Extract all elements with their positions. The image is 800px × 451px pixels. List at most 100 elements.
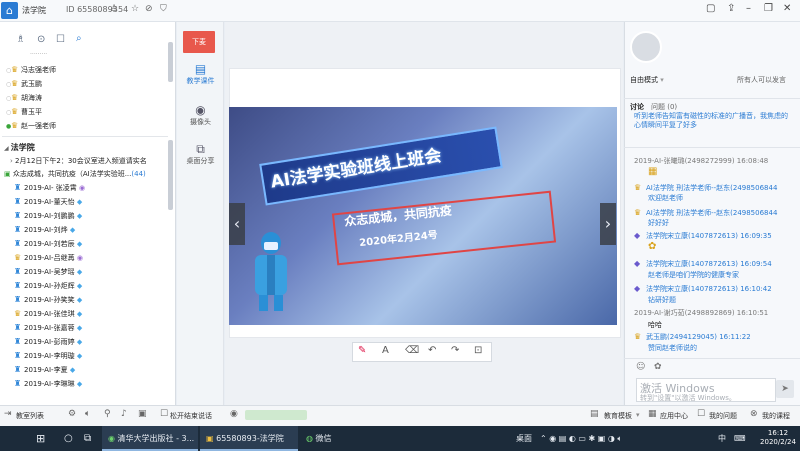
- section-title[interactable]: ◢ 法学院: [4, 142, 35, 153]
- taskbar-app-browser[interactable]: ◉ 清华大学出版社 - 3...: [102, 426, 198, 451]
- list-item[interactable]: ○♛ 胡海涛: [6, 92, 166, 104]
- tab-camera[interactable]: ◉ 摄像头: [177, 103, 224, 127]
- eraser-icon[interactable]: ⌫: [405, 345, 419, 356]
- no-audio-icon[interactable]: ⊘: [145, 4, 153, 14]
- camera-icon: ◉: [195, 103, 206, 117]
- task-view-icon[interactable]: ⧉: [84, 426, 91, 451]
- close-icon[interactable]: ✕: [783, 3, 791, 14]
- home-icon[interactable]: ⌂: [1, 2, 18, 19]
- list-item[interactable]: ♜ 2019-AI-刘烨 ◆: [14, 224, 174, 236]
- list-item[interactable]: ♜ 2019-AI-彭雨婷 ◆: [14, 336, 174, 348]
- divider: [624, 98, 800, 99]
- settings-icon[interactable]: ⚙: [68, 409, 76, 419]
- clock[interactable]: 16:12 2020/2/24: [756, 429, 800, 447]
- note-icon[interactable]: ☐: [56, 34, 65, 45]
- teacher-hat-icon: ♛: [11, 107, 19, 116]
- list-item[interactable]: ♜ 2019-AI-张嘉蓉 ◆: [14, 322, 174, 334]
- doctor-illustration: [255, 232, 287, 311]
- teacher-hat-icon: ♛: [11, 121, 19, 130]
- list-item[interactable]: ♜ 2019-AI-吴梦瑶 ◆: [14, 266, 174, 278]
- list-item[interactable]: ♜ 2019-AI- 张凌霄 ◉: [14, 182, 174, 194]
- taskbar-app-classroom[interactable]: ▣ 65580893-法学院: [200, 426, 298, 451]
- tab-courseware[interactable]: ▤ 教学课件: [177, 62, 224, 86]
- list-item[interactable]: ♜ 2019-AI-李琳琳 ◆: [14, 378, 174, 390]
- question-text: 听到老师告知富有磁性的标准的广播音，我焦虑的心情瞬间平复了好多: [634, 112, 788, 129]
- member-list-icon[interactable]: ♗: [16, 34, 25, 45]
- bread-icon: ▦: [648, 166, 658, 177]
- text-icon[interactable]: A: [382, 345, 389, 356]
- channel-notice[interactable]: › 2月12日下午2：30会议室进入频道请实名: [10, 156, 168, 166]
- next-slide-button[interactable]: ›: [600, 203, 616, 245]
- redo-icon[interactable]: ↷: [451, 345, 459, 356]
- list-item[interactable]: ♜ 2019-AI-李明璇 ◆: [14, 350, 174, 362]
- chat-message: 哈哈: [648, 321, 662, 329]
- music-icon[interactable]: ♪: [121, 409, 127, 419]
- list-item[interactable]: ♛ 2019-AI-张佳琪 ◆: [14, 308, 174, 320]
- search-icon[interactable]: ○: [64, 426, 73, 451]
- clipped-row: ·········: [30, 51, 48, 56]
- list-item[interactable]: ♜ 2019-AI-孙笑笑 ◆: [14, 294, 174, 306]
- mic-icon[interactable]: ⚲: [104, 409, 111, 419]
- app-center-icon[interactable]: ▦: [648, 409, 657, 419]
- leave-mic-button[interactable]: 下麦: [183, 31, 215, 53]
- teacher-hat-icon: ♛: [11, 65, 19, 74]
- my-courses-link[interactable]: 我的课程: [762, 411, 790, 421]
- send-button[interactable]: ➤: [776, 380, 794, 398]
- taskbar-app-wechat[interactable]: ◍ 微信: [306, 426, 332, 451]
- list-item[interactable]: ♛ 2019-AI-吕继苒 ◉: [14, 252, 174, 264]
- list-item[interactable]: ○♛ 冯志强老师: [6, 64, 166, 76]
- speaker-icon[interactable]: 🔈︎: [85, 409, 90, 419]
- classroom-list-link[interactable]: 教室列表: [16, 411, 44, 421]
- group-channel[interactable]: ▣ 众志成城，共同抗疫（AI法学实验班...(44): [4, 169, 170, 179]
- list-item[interactable]: ○♛ 曹玉平: [6, 106, 166, 118]
- scrollbar[interactable]: [168, 140, 173, 210]
- ime-indicator[interactable]: 中: [718, 426, 726, 451]
- my-questions-link[interactable]: 我的问题: [709, 411, 737, 421]
- app-center-link[interactable]: 应用中心: [660, 411, 688, 421]
- template-icon[interactable]: ▤: [590, 409, 599, 419]
- list-item[interactable]: ♜ 2019-AI-刘鹏鹏 ◆: [14, 210, 174, 222]
- list-item[interactable]: ♜ 2019-AI-刘若辰 ◆: [14, 238, 174, 250]
- tab-screen-share[interactable]: ⧉ 桌面分享: [177, 142, 224, 166]
- chat-sender: 武玉鹏(2494129045) 16:11:22: [646, 333, 751, 341]
- student-hat-icon: ♛: [14, 309, 22, 318]
- chat-sender: 法学院宋立康(1407872613) 16:10:42: [646, 285, 772, 293]
- desktop-label[interactable]: 桌面: [516, 426, 532, 451]
- lock-icon[interactable]: ⊡: [474, 345, 482, 356]
- shield-icon[interactable]: ⛉: [160, 4, 167, 14]
- pin-icon[interactable]: ⇪: [727, 3, 735, 14]
- question-icon[interactable]: ☐: [697, 409, 705, 419]
- tab-discussion[interactable]: 讨论: [630, 102, 644, 112]
- activation-subtext: 转到"设置"以激活 Windows。: [640, 394, 736, 402]
- record-icon[interactable]: ▣: [138, 409, 147, 419]
- undo-icon[interactable]: ↶: [428, 345, 436, 356]
- search-icon[interactable]: ⌕: [76, 33, 82, 44]
- list-item[interactable]: ○♛ 武玉鹏: [6, 78, 166, 90]
- minimize-icon[interactable]: –: [746, 3, 751, 14]
- pen-icon[interactable]: ✎: [358, 345, 366, 356]
- keyboard-icon[interactable]: ⌨: [734, 426, 746, 451]
- skin-icon[interactable]: ▢: [706, 3, 715, 14]
- checkbox-icon[interactable]: ☐: [160, 409, 168, 419]
- list-item[interactable]: ♜ 2019-AI-孙炬辉 ◆: [14, 280, 174, 292]
- flower-icon[interactable]: ✿: [654, 362, 662, 372]
- list-item[interactable]: ♜ 2019-AI-董天怡 ◆: [14, 196, 174, 208]
- bookmark-icon[interactable]: ☆: [131, 4, 139, 14]
- avatar[interactable]: [630, 31, 662, 63]
- location-icon[interactable]: ⊙: [37, 34, 45, 45]
- tray-icons[interactable]: ⌃ ◉ ▤ ◐ ▭ ✱ ▣ ◑ 🔈︎: [540, 426, 622, 451]
- course-icon[interactable]: ⊗: [750, 409, 758, 419]
- app-title: 法学院: [22, 6, 46, 15]
- windows-start-icon[interactable]: ⊞: [36, 426, 45, 451]
- edu-template-menu[interactable]: 教育模板: [604, 411, 632, 421]
- record-dot-icon[interactable]: ◉: [230, 409, 238, 419]
- list-item[interactable]: ●♛ 赵一强老师: [6, 120, 166, 132]
- emoji-icon[interactable]: ☺: [636, 362, 645, 372]
- mode-select[interactable]: 自由模式 ▾: [630, 75, 664, 85]
- list-item[interactable]: ♜ 2019-AI-李夏 ◆: [14, 364, 174, 376]
- tab-questions[interactable]: 问题 (0): [651, 102, 677, 112]
- scrollbar[interactable]: [168, 42, 173, 82]
- restore-icon[interactable]: ❐: [764, 3, 773, 14]
- classroom-list-icon[interactable]: ⇥: [4, 409, 12, 419]
- prev-slide-button[interactable]: ‹: [229, 203, 245, 245]
